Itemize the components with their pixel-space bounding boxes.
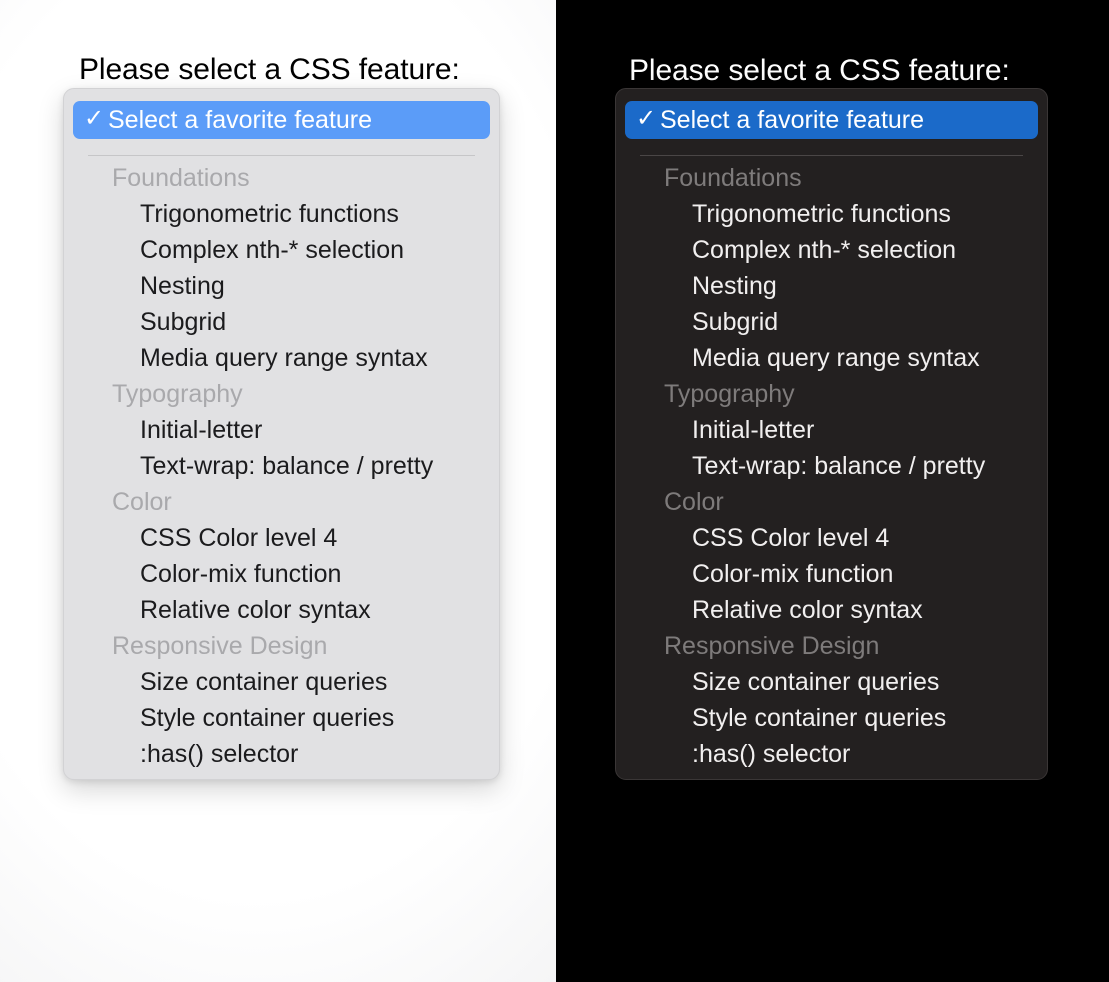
selected-option-label: Select a favorite feature — [108, 105, 373, 134]
option-item[interactable]: Relative color syntax — [64, 598, 499, 623]
group-label: Color — [112, 488, 172, 516]
option-item[interactable]: Complex nth-* selection — [64, 238, 499, 263]
checkmark-icon: ✓ — [636, 105, 657, 132]
option-group-foundations: Foundations Trigonometric functions Comp… — [616, 166, 1047, 371]
light-mode-pane: Please select a CSS feature: ✓ Select a … — [0, 0, 556, 982]
menu-separator — [640, 155, 1023, 156]
group-label: Typography — [112, 380, 243, 408]
option-item[interactable]: Complex nth-* selection — [616, 238, 1047, 263]
option-item[interactable]: Nesting — [64, 274, 499, 299]
option-item[interactable]: Style container queries — [616, 706, 1047, 731]
screenshot-stage: Please select a CSS feature: ✓ Select a … — [0, 0, 1109, 982]
option-item[interactable]: Color-mix function — [64, 562, 499, 587]
option-item[interactable]: Color-mix function — [616, 562, 1047, 587]
option-item[interactable]: Subgrid — [616, 310, 1047, 335]
page-title: Please select a CSS feature: — [629, 54, 1010, 87]
selected-option-row-dark[interactable]: ✓ Select a favorite feature — [625, 101, 1038, 139]
group-label: Responsive Design — [664, 632, 880, 660]
group-label: Foundations — [112, 164, 250, 192]
option-item[interactable]: Size container queries — [64, 670, 499, 695]
dark-mode-pane: Please select a CSS feature: ✓ Select a … — [556, 0, 1109, 982]
option-item[interactable]: Relative color syntax — [616, 598, 1047, 623]
option-item[interactable]: Text-wrap: balance / pretty — [616, 454, 1047, 479]
option-item[interactable]: :has() selector — [64, 742, 499, 767]
option-group-responsive-design: Responsive Design Size container queries… — [64, 634, 499, 767]
option-item[interactable]: Media query range syntax — [616, 346, 1047, 371]
option-group-color: Color CSS Color level 4 Color-mix functi… — [616, 490, 1047, 623]
option-group-typography: Typography Initial-letter Text-wrap: bal… — [64, 382, 499, 479]
option-group-foundations: Foundations Trigonometric functions Comp… — [64, 166, 499, 371]
selected-option-label: Select a favorite feature — [660, 105, 925, 134]
option-item[interactable]: Size container queries — [616, 670, 1047, 695]
option-item[interactable]: Media query range syntax — [64, 346, 499, 371]
group-label: Responsive Design — [112, 632, 328, 660]
select-dropdown-light[interactable]: ✓ Select a favorite feature Foundations … — [63, 88, 500, 780]
option-item[interactable]: Initial-letter — [616, 418, 1047, 443]
menu-separator — [88, 155, 475, 156]
option-item[interactable]: Nesting — [616, 274, 1047, 299]
option-group-responsive-design: Responsive Design Size container queries… — [616, 634, 1047, 767]
selected-option-row-light[interactable]: ✓ Select a favorite feature — [73, 101, 490, 139]
group-label: Color — [664, 488, 724, 516]
option-item[interactable]: :has() selector — [616, 742, 1047, 767]
option-item[interactable]: Initial-letter — [64, 418, 499, 443]
option-item[interactable]: Text-wrap: balance / pretty — [64, 454, 499, 479]
option-item[interactable]: CSS Color level 4 — [616, 526, 1047, 551]
option-group-color: Color CSS Color level 4 Color-mix functi… — [64, 490, 499, 623]
option-item[interactable]: Subgrid — [64, 310, 499, 335]
group-label: Typography — [664, 380, 795, 408]
option-group-typography: Typography Initial-letter Text-wrap: bal… — [616, 382, 1047, 479]
option-item[interactable]: Trigonometric functions — [616, 202, 1047, 227]
page-title: Please select a CSS feature: — [79, 53, 460, 86]
checkmark-icon: ✓ — [84, 105, 105, 132]
select-dropdown-dark[interactable]: ✓ Select a favorite feature Foundations … — [615, 88, 1048, 780]
option-item[interactable]: Style container queries — [64, 706, 499, 731]
group-label: Foundations — [664, 164, 802, 192]
option-item[interactable]: CSS Color level 4 — [64, 526, 499, 551]
option-item[interactable]: Trigonometric functions — [64, 202, 499, 227]
